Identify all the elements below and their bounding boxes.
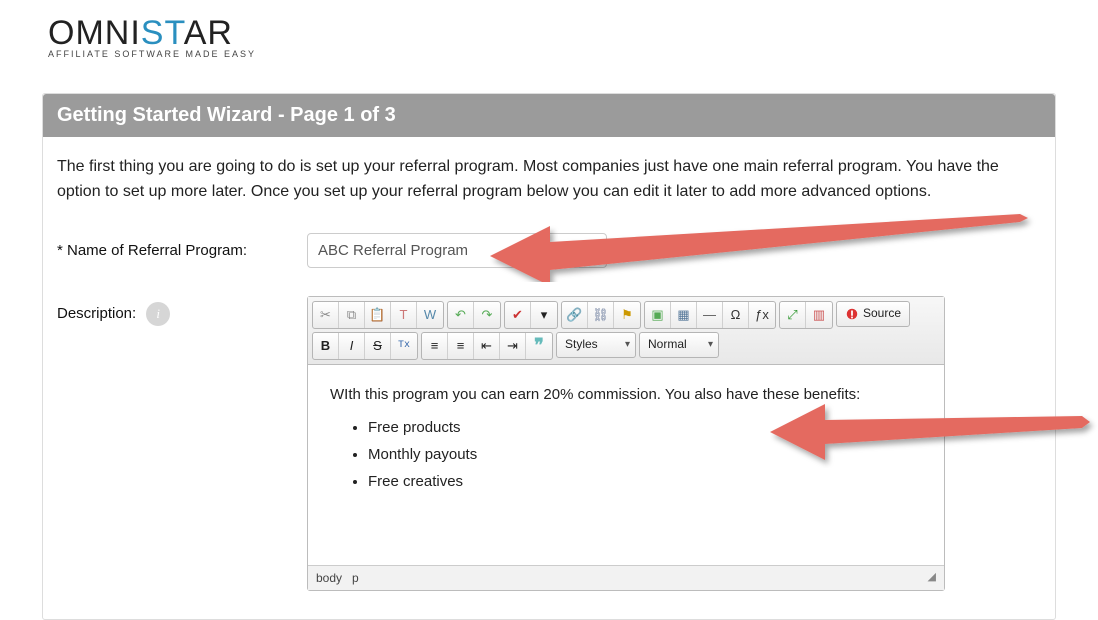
- list-item: Monthly payouts: [368, 443, 922, 466]
- name-label: * Name of Referral Program:: [57, 233, 307, 262]
- form-row-description: Description: i ✂ ⧉ 📋 T W: [57, 296, 1041, 592]
- panel-intro-text: The first thing you are going to do is s…: [57, 155, 1041, 205]
- numbered-list-icon[interactable]: ≡: [422, 333, 448, 359]
- list-item: Free products: [368, 416, 922, 439]
- undo-icon[interactable]: ↶: [448, 302, 474, 328]
- paste-icon[interactable]: 📋: [365, 302, 391, 328]
- cut-icon[interactable]: ✂: [313, 302, 339, 328]
- app-logo: OMNISTAR AFFILIATE SOFTWARE MADE EASY: [0, 0, 1098, 65]
- link-icon[interactable]: 🔗: [562, 302, 588, 328]
- scayt-dropdown-icon[interactable]: ▾: [531, 302, 557, 328]
- formula-icon[interactable]: ƒx: [749, 302, 775, 328]
- wizard-panel: Getting Started Wizard - Page 1 of 3 The…: [42, 93, 1056, 620]
- image-icon[interactable]: ▣: [645, 302, 671, 328]
- referral-name-input[interactable]: [307, 233, 607, 268]
- redo-icon[interactable]: ↷: [474, 302, 500, 328]
- italic-icon[interactable]: I: [339, 333, 365, 359]
- resize-handle-icon[interactable]: ◢: [928, 569, 936, 586]
- list-item: Free creatives: [368, 470, 922, 493]
- editor-elements-path: body p ◢: [308, 565, 944, 591]
- special-char-icon[interactable]: Ω: [723, 302, 749, 328]
- paste-text-icon[interactable]: T: [391, 302, 417, 328]
- editor-paragraph: WIth this program you can earn 20% commi…: [330, 383, 922, 406]
- table-icon[interactable]: ▦: [671, 302, 697, 328]
- editor-toolbar: ✂ ⧉ 📋 T W ↶ ↷ ✔: [308, 297, 944, 365]
- remove-format-icon[interactable]: Tx: [391, 333, 417, 359]
- logo-text-ar: AR: [184, 14, 233, 52]
- anchor-icon[interactable]: ⚑: [614, 302, 640, 328]
- description-label: Description:: [57, 302, 136, 325]
- editor-bullet-list: Free products Monthly payouts Free creat…: [344, 416, 922, 494]
- bullet-list-icon[interactable]: ≡: [448, 333, 474, 359]
- paste-word-icon[interactable]: W: [417, 302, 443, 328]
- source-label: Source: [863, 304, 901, 323]
- source-button[interactable]: Source: [836, 301, 910, 327]
- blockquote-icon[interactable]: ❞: [526, 333, 552, 359]
- maximize-icon[interactable]: ⤢: [780, 302, 806, 328]
- rich-text-editor: ✂ ⧉ 📋 T W ↶ ↷ ✔: [307, 296, 945, 592]
- show-blocks-icon[interactable]: ▥: [806, 302, 832, 328]
- panel-title: Getting Started Wizard - Page 1 of 3: [43, 94, 1055, 137]
- logo-tagline: AFFILIATE SOFTWARE MADE EASY: [48, 49, 1098, 59]
- indent-icon[interactable]: ⇥: [500, 333, 526, 359]
- styles-dropdown[interactable]: Styles: [556, 332, 636, 358]
- editor-content[interactable]: WIth this program you can earn 20% commi…: [308, 365, 944, 565]
- horizontal-rule-icon[interactable]: ―: [697, 302, 723, 328]
- logo-text-st: ST: [141, 14, 184, 52]
- path-p[interactable]: p: [352, 571, 359, 585]
- unlink-icon[interactable]: ⛓: [588, 302, 614, 328]
- spellcheck-icon[interactable]: ✔: [505, 302, 531, 328]
- outdent-icon[interactable]: ⇤: [474, 333, 500, 359]
- logo-text-omni: OMNI: [48, 14, 141, 52]
- info-icon[interactable]: i: [146, 302, 170, 326]
- strike-icon[interactable]: S: [365, 333, 391, 359]
- bold-icon[interactable]: B: [313, 333, 339, 359]
- copy-icon[interactable]: ⧉: [339, 302, 365, 328]
- path-body[interactable]: body: [316, 571, 342, 585]
- format-dropdown[interactable]: Normal: [639, 332, 719, 358]
- form-row-name: * Name of Referral Program:: [57, 233, 1041, 268]
